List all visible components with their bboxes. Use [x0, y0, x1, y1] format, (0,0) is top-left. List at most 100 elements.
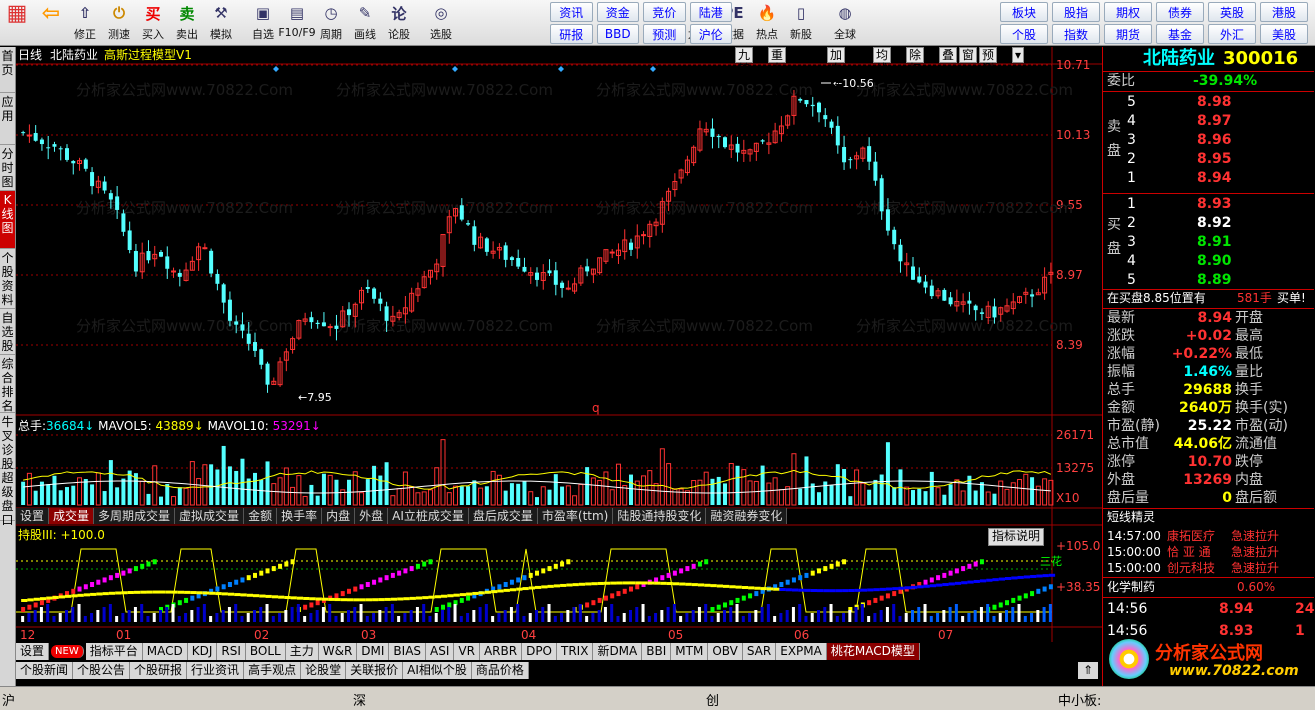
toolbar-button-7[interactable]: ▣ 自选 — [246, 0, 280, 46]
chart-top-tab-5[interactable]: 叠 — [939, 47, 958, 63]
news-tab-5[interactable]: 论股堂 — [301, 662, 347, 679]
quick-button-quick2-7[interactable]: 指数 — [1052, 24, 1100, 44]
chart-top-tab-4[interactable]: 除权 — [906, 47, 925, 76]
indicator-tab-0[interactable]: 设置 — [16, 643, 50, 660]
toolbar-button-5[interactable]: 卖卖出 — [170, 0, 204, 46]
leftnav-item-0[interactable]: 首页 — [0, 47, 15, 93]
asks-level-2[interactable]: 2 8.95 — [1127, 150, 1307, 168]
chart-canvas[interactable]: 10.7110.139.558.978.39分析家公式网www.70822.Co… — [16, 47, 1102, 642]
indicator-tab-8[interactable]: W&R — [318, 643, 358, 660]
leftnav-item-8[interactable]: 超级盘口 — [0, 469, 15, 527]
status-sz[interactable]: 深 — [353, 690, 366, 709]
volume-tab-1[interactable]: 成交量 — [49, 508, 95, 524]
bids-level-4[interactable]: 4 8.90 — [1127, 252, 1307, 270]
toolbar-button-1[interactable]: ⇦ — [34, 0, 68, 46]
indicator-tab-17[interactable]: BBI — [642, 643, 672, 660]
asks-level-4[interactable]: 4 8.97 — [1127, 112, 1307, 130]
asks-level-5[interactable]: 5 8.98 — [1127, 93, 1307, 111]
indicator-tab-5[interactable]: RSI — [217, 643, 246, 660]
quick-button-quick1-4[interactable]: 研报 — [550, 24, 593, 44]
indicator-tab-20[interactable]: SAR — [742, 643, 777, 660]
bids-level-2[interactable]: 2 8.92 — [1127, 214, 1307, 232]
toolbar-button-4[interactable]: 买买入 — [136, 0, 170, 46]
chart-top-tab-3[interactable]: 均线 — [873, 47, 892, 76]
sector-row[interactable]: 化学制药 0.60% — [1107, 578, 1312, 596]
chart-menu-icon[interactable]: ▾ — [1012, 47, 1025, 63]
indicator-tab-19[interactable]: OBV — [708, 643, 743, 660]
indicator-tab-11[interactable]: ASI — [426, 643, 455, 660]
volume-tab-9[interactable]: 盘后成交量 — [468, 508, 538, 524]
quick-button-quick1-3[interactable]: 陆港 — [689, 2, 732, 22]
volume-tab-8[interactable]: AI立桩成交量 — [388, 508, 469, 524]
indicator-tab-16[interactable]: 新DMA — [593, 643, 643, 660]
toolbar-button-3[interactable]: ⏻ 测速 — [102, 0, 136, 46]
indicator-tab-3[interactable]: MACD — [142, 643, 188, 660]
indicator-tab-7[interactable]: 主力 — [285, 643, 319, 660]
period-label[interactable]: 日线 — [18, 47, 42, 64]
leftnav-item-2[interactable]: 分时图 — [0, 145, 15, 191]
toolbar-button-17[interactable]: ▯ 新股 — [784, 0, 818, 46]
indicator-tab-14[interactable]: DPO — [522, 643, 557, 660]
toolbar-button-2[interactable]: ⇧ 修正 — [68, 0, 102, 46]
chart-top-tab-2[interactable]: 加自选 — [827, 47, 846, 90]
asks-level-1[interactable]: 1 8.94 — [1127, 169, 1307, 187]
volume-tab-2[interactable]: 多周期成交量 — [94, 508, 176, 524]
quick-button-quick2-9[interactable]: 基金 — [1156, 24, 1204, 44]
toolbar-button-11[interactable]: 论论股 — [382, 0, 416, 46]
volume-tab-11[interactable]: 陆股通持股变化 — [613, 508, 707, 524]
scroll-top-icon[interactable]: ⇑ — [1078, 662, 1098, 679]
bids-level-1[interactable]: 1 8.93 — [1127, 195, 1307, 213]
indicator-tab-12[interactable]: VR — [454, 643, 480, 660]
toolbar-button-8[interactable]: ▤ F10/F9 — [278, 0, 315, 46]
indicator-tab-21[interactable]: EXPMA — [776, 643, 827, 660]
indicator-explain-button[interactable]: 指标说明 — [988, 528, 1045, 546]
toolbar-button-0[interactable]: ▦ — [0, 0, 34, 46]
toolbar-button-6[interactable]: ⚒ 模拟 — [204, 0, 238, 46]
indicator-tab-13[interactable]: ARBR — [479, 643, 523, 660]
bids-level-3[interactable]: 3 8.91 — [1127, 233, 1307, 251]
quick-button-quick2-1[interactable]: 股指 — [1052, 2, 1100, 22]
quick-button-quick2-2[interactable]: 期权 — [1104, 2, 1152, 22]
quick-button-quick2-0[interactable]: 板块 — [1000, 2, 1048, 22]
volume-tab-0[interactable]: 设置 — [16, 508, 50, 524]
quick-button-quick2-4[interactable]: 英股 — [1208, 2, 1256, 22]
leftnav-item-3[interactable]: K线图 — [0, 191, 15, 249]
indicator-tab-10[interactable]: BIAS — [389, 643, 427, 660]
short-spirit-item[interactable]: 15:00:00 创元科技 急速拉升 — [1107, 560, 1312, 576]
volume-tab-10[interactable]: 市盈率(ttm) — [537, 508, 614, 524]
status-sh[interactable]: 沪 — [2, 690, 15, 709]
news-tab-7[interactable]: AI相似个股 — [403, 662, 472, 679]
news-tab-6[interactable]: 关联报价 — [346, 662, 404, 679]
indicator-tab-4[interactable]: KDJ — [187, 643, 218, 660]
quick-button-quick2-10[interactable]: 外汇 — [1208, 24, 1256, 44]
quick-button-quick2-11[interactable]: 美股 — [1260, 24, 1308, 44]
quick-button-quick1-0[interactable]: 资讯 — [550, 2, 593, 22]
news-tab-0[interactable]: 个股新闻 — [16, 662, 74, 679]
leftnav-item-5[interactable]: 自选股 — [0, 309, 15, 355]
asks-level-3[interactable]: 3 8.96 — [1127, 131, 1307, 149]
quick-button-quick1-1[interactable]: 资金 — [596, 2, 639, 22]
quick-button-quick2-6[interactable]: 个股 — [1000, 24, 1048, 44]
short-spirit-item[interactable]: 15:00:00 恰 亚 通 急速拉升 — [1107, 544, 1312, 560]
toolbar-button-9[interactable]: ◷ 周期 — [314, 0, 348, 46]
quick-button-quick1-6[interactable]: 预测 — [643, 24, 686, 44]
status-zx[interactable]: 中小板: — [1058, 690, 1101, 709]
chart-top-tab-1[interactable]: 重大事件 — [768, 47, 787, 104]
volume-tab-7[interactable]: 外盘 — [355, 508, 389, 524]
volume-tab-6[interactable]: 内盘 — [322, 508, 356, 524]
quick-button-quick1-7[interactable]: 沪伦 — [689, 24, 732, 44]
kline-chart-area[interactable]: 10.71 10.13 9.55 8.97 8.39 分析家公式网www.70822.Co… — [16, 47, 1102, 642]
indicator-tab-18[interactable]: MTM — [671, 643, 709, 660]
short-spirit-title[interactable]: 短线精灵 — [1107, 509, 1155, 525]
news-tab-1[interactable]: 个股公告 — [73, 662, 131, 679]
toolbar-button-12[interactable]: ◎ 选股 — [424, 0, 458, 46]
status-cy[interactable]: 创 — [706, 690, 719, 709]
bids-level-5[interactable]: 5 8.89 — [1127, 271, 1307, 289]
indicator-tab-22[interactable]: 桃花MACD模型 — [826, 643, 920, 660]
quick-button-quick2-5[interactable]: 港股 — [1260, 2, 1308, 22]
indicator-tab-6[interactable]: BOLL — [245, 643, 286, 660]
short-spirit-item[interactable]: 14:57:00 康拓医疗 急速拉升 — [1107, 528, 1312, 544]
chart-top-tab-7[interactable]: 预测 — [979, 47, 998, 76]
quick-button-quick1-2[interactable]: 竞价 — [643, 2, 686, 22]
volume-tab-4[interactable]: 金额 — [244, 508, 278, 524]
